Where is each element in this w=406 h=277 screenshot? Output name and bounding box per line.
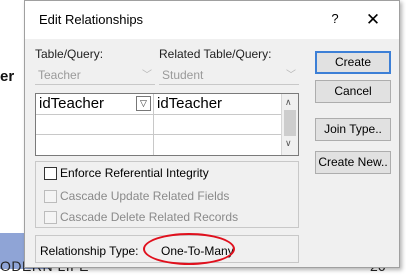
create-button[interactable]: Create [315,51,391,74]
background-text-fragment: er [0,68,15,85]
help-button[interactable]: ? [323,11,347,29]
table-query-value: Teacher [38,68,81,82]
grid-cell-text: idTeacher [157,95,223,112]
field-mapping-grid: idTeacher ▽ idTeacher ∧ ∨ [35,93,299,156]
chevron-down-icon: ﹀ [286,70,296,81]
grid-cell-left[interactable] [36,135,154,155]
table-query-label: Table/Query: [35,47,104,61]
grid-cell-right[interactable] [154,115,282,135]
cascade-delete-checkbox[interactable] [44,211,57,224]
chevron-down-icon[interactable]: ∨ [285,138,292,149]
relationship-type-label: Relationship Type: [40,244,139,258]
chevron-down-icon[interactable]: ▽ [136,96,151,111]
create-new-button[interactable]: Create New.. [315,151,391,174]
grid-cell-right[interactable]: idTeacher [154,94,282,115]
grid-cell-left[interactable] [36,115,154,135]
related-table-query-label: Related Table/Query: [159,47,272,61]
dialog-title-bar[interactable]: Edit Relationships ? ✕ [25,1,399,39]
dialog-title: Edit Relationships [39,12,144,27]
close-button[interactable]: ✕ [359,9,387,31]
chevron-up-icon[interactable]: ∧ [285,97,292,108]
red-circle-annotation [143,233,235,265]
grid-scrollbar[interactable]: ∧ ∨ [281,94,298,155]
referential-integrity-group: Enforce Referential Integrity Cascade Up… [35,161,299,228]
cascade-update-label[interactable]: Cascade Update Related Fields [60,189,229,203]
enforce-integrity-checkbox[interactable] [44,167,57,180]
scrollbar-thumb[interactable] [284,110,296,136]
grid-cell-right[interactable] [154,135,282,155]
cancel-button[interactable]: Cancel [315,80,391,103]
edit-relationships-dialog: Edit Relationships ? ✕ Table/Query: Rela… [24,0,400,268]
join-type-button[interactable]: Join Type.. [315,118,391,141]
table-query-combo: Teacher ﹀ [35,65,155,85]
enforce-integrity-label[interactable]: Enforce Referential Integrity [60,166,209,180]
chevron-down-icon: ﹀ [142,70,152,81]
cascade-update-checkbox[interactable] [44,190,57,203]
grid-cell-text: idTeacher [39,95,105,112]
grid-cell-left[interactable]: idTeacher ▽ [36,94,154,115]
related-table-query-value: Student [162,68,204,82]
related-table-query-combo: Student ﹀ [159,65,299,85]
cascade-delete-label[interactable]: Cascade Delete Related Records [60,210,238,224]
